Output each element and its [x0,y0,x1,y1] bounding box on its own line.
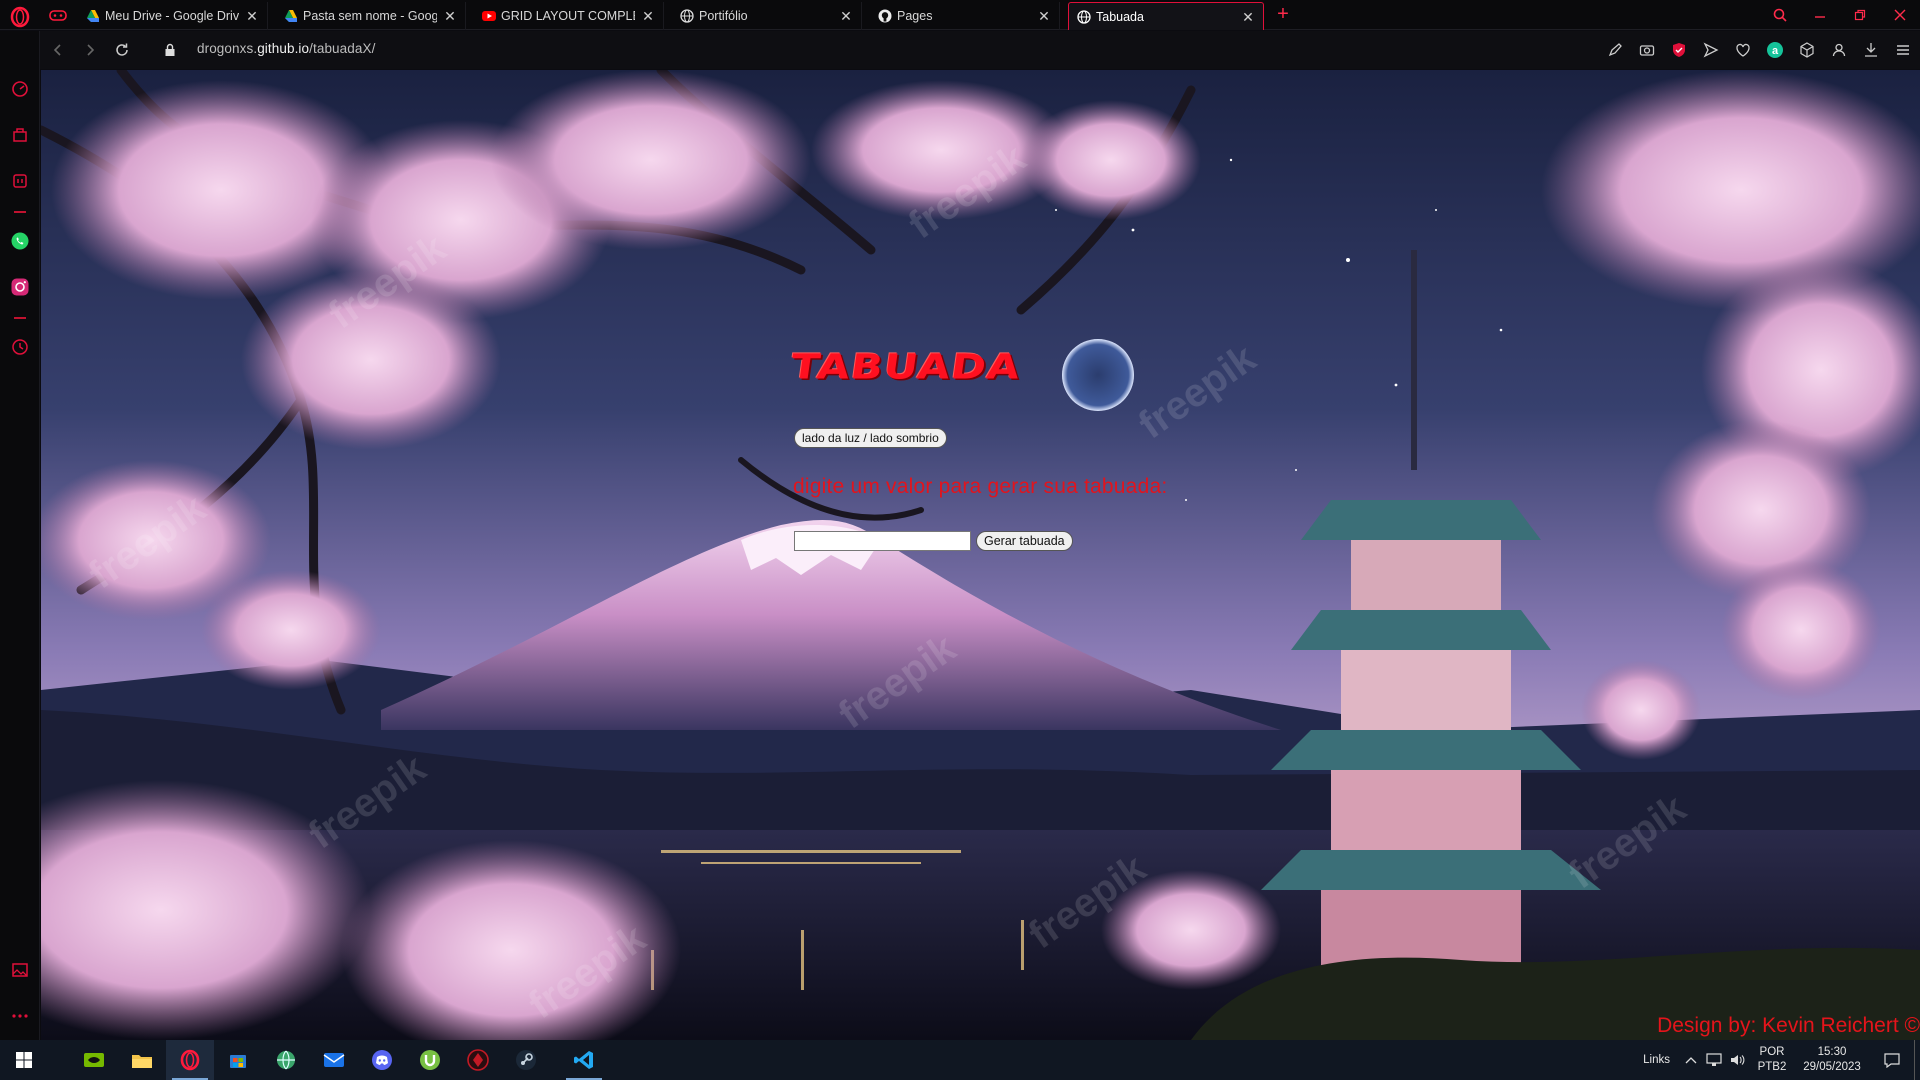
volume-icon[interactable] [1726,1053,1750,1067]
speed-dial-icon[interactable] [8,77,32,101]
sidebar-divider [14,211,26,213]
send-flow-icon[interactable] [1700,39,1722,61]
tab-pages[interactable]: Pages ✕ [870,2,1060,30]
page-title: TABUADA [788,346,1024,387]
tab-label: Meu Drive - Google Drive [105,9,239,23]
vscode-icon[interactable] [560,1040,608,1080]
design-credit: Design by: Kevin Reichert © [1657,1014,1920,1037]
game-app-icon[interactable] [454,1040,502,1080]
vpn-shield-icon[interactable] [1668,39,1690,61]
menu-icon[interactable] [1892,39,1914,61]
more-options-icon[interactable] [8,1004,32,1028]
tab-label: Pasta sem nome - Google D [303,9,437,23]
heart-bookmark-icon[interactable] [1732,39,1754,61]
address-bar: drogonxs.github.io/tabuadaX/ a [40,31,1920,69]
tab-label: Tabuada [1096,9,1144,24]
instagram-icon[interactable] [8,275,32,299]
windows-taskbar: Links POR PTB2 15:30 29/05/2023 [0,1040,1920,1080]
extension-a-icon[interactable]: a [1764,39,1786,61]
google-drive-icon [86,9,100,23]
clock-date: 29/05/2023 [1803,1061,1861,1073]
opera-gx-icon[interactable] [166,1040,214,1080]
tab-tabuada[interactable]: Tabuada ✕ [1068,2,1264,30]
network-icon[interactable] [1702,1053,1726,1067]
steam-icon[interactable] [502,1040,550,1080]
windows-start-icon[interactable] [0,1040,48,1080]
tab-label: Pages [897,9,933,23]
tab-grid-layout[interactable]: GRID LAYOUT COMPLEXO ✕ [474,2,664,30]
mail-icon[interactable] [310,1040,358,1080]
close-tab-icon[interactable]: ✕ [1037,9,1051,23]
url-domain-host: github.io [257,41,310,56]
number-input[interactable] [794,531,971,551]
extensions-cube-icon[interactable] [1796,39,1818,61]
whatsapp-icon[interactable] [8,229,32,253]
utorrent-icon[interactable] [406,1040,454,1080]
google-drive-icon [284,9,298,23]
gx-controller-icon[interactable] [48,6,68,24]
easy-setup-icon[interactable] [1604,39,1626,61]
background-landscape-image: freepik freepik freepik freepik freepik … [41,70,1920,1040]
youtube-icon [482,9,496,23]
discord-icon[interactable] [358,1040,406,1080]
close-tab-icon[interactable]: ✕ [245,9,259,23]
snapshot-camera-icon[interactable] [1636,39,1658,61]
file-explorer-icon[interactable] [118,1040,166,1080]
tab-search-icon[interactable] [1760,0,1800,30]
reload-icon[interactable] [112,40,132,60]
show-desktop-button[interactable] [1914,1040,1920,1080]
url-field[interactable]: drogonxs.github.io/tabuadaX/ [197,41,375,56]
input-prompt-label: digite um valor para gerar sua tabuada: [793,475,1168,498]
browser-sidebar [0,31,40,1040]
browser-tab-strip: Meu Drive - Google Drive ✕ Pasta sem nom… [0,0,1920,30]
theme-toggle-button[interactable]: lado da luz / lado sombrio [794,428,947,448]
gx-corner-icon[interactable] [8,123,32,147]
close-window-icon[interactable] [1880,0,1920,30]
close-tab-icon[interactable]: ✕ [1241,10,1255,24]
close-tab-icon[interactable]: ✕ [839,9,853,23]
browser-toolbar: a [1604,39,1914,61]
svg-text:a: a [1772,45,1779,57]
download-icon[interactable] [1860,39,1882,61]
language-indicator[interactable]: POR PTB2 [1750,1045,1794,1075]
clock[interactable]: 15:30 29/05/2023 [1794,1045,1870,1075]
profile-icon[interactable] [1828,39,1850,61]
close-tab-icon[interactable]: ✕ [443,9,457,23]
sidebar-divider [14,317,26,319]
tab-portifolio[interactable]: Portifólio ✕ [672,2,862,30]
keyboard-layout: PTB2 [1757,1061,1787,1073]
notification-icon[interactable] [1870,1052,1914,1068]
restore-icon[interactable] [1840,0,1880,30]
globe-icon [1077,9,1091,24]
browser-globe-icon[interactable] [262,1040,310,1080]
new-tab-button[interactable]: + [1272,3,1294,27]
language-code: POR [1759,1046,1785,1058]
back-icon[interactable] [48,40,68,60]
github-icon [878,9,892,23]
clock-time: 15:30 [1817,1046,1847,1058]
window-controls [1760,0,1920,30]
tab-pasta-sem-nome[interactable]: Pasta sem nome - Google D ✕ [276,2,466,30]
url-path: /tabuadaX/ [309,41,376,56]
chevron-up-icon[interactable] [1680,1056,1702,1064]
minimize-icon[interactable] [1800,0,1840,30]
system-tray: Links POR PTB2 15:30 29/05/2023 [1643,1040,1920,1080]
tab-label: Portifólio [699,9,748,23]
url-domain-prefix: drogonxs. [197,41,258,56]
close-tab-icon[interactable]: ✕ [641,9,655,23]
lock-icon[interactable] [160,40,180,60]
opera-gx-logo-icon[interactable] [6,5,34,29]
wallpaper-image-icon[interactable] [8,958,32,982]
tab-meu-drive[interactable]: Meu Drive - Google Drive ✕ [78,2,268,30]
tray-links-label[interactable]: Links [1643,1053,1670,1068]
history-clock-icon[interactable] [8,335,32,359]
tab-label: GRID LAYOUT COMPLEXO [501,9,635,23]
forward-icon[interactable] [80,40,100,60]
generate-table-button[interactable]: Gerar tabuada [976,531,1073,551]
web-page: freepik freepik freepik freepik freepik … [41,70,1920,1040]
twitch-icon[interactable] [8,169,32,193]
nvidia-icon[interactable] [70,1040,118,1080]
globe-icon [680,9,694,23]
microsoft-store-icon[interactable] [214,1040,262,1080]
